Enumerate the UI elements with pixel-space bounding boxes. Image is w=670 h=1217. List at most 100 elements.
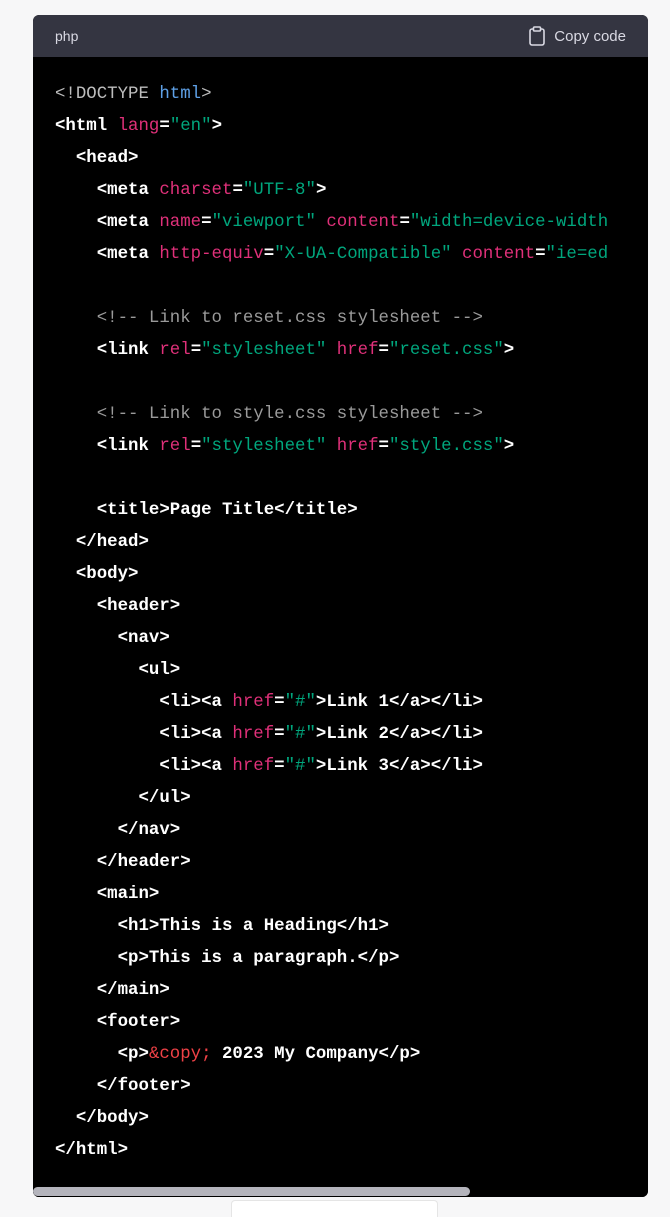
- code-token-tag: </ul>: [55, 789, 191, 808]
- code-token-comment: <!-- Link to reset.css stylesheet -->: [55, 309, 483, 328]
- code-line: <p>This is a paragraph.</p>: [55, 943, 648, 975]
- code-token-tag: >Link 1</a></li>: [315, 693, 483, 712]
- code-token-str: "#": [284, 693, 316, 712]
- code-token-str: "en": [169, 117, 212, 136]
- code-token-doctype: >: [201, 85, 212, 104]
- code-token-attr: href: [232, 725, 275, 744]
- code-token-attr: http-equiv: [159, 245, 264, 264]
- code-token-tag: [452, 245, 462, 264]
- code-token-tag: [326, 341, 336, 360]
- code-token-tag: >: [211, 117, 222, 136]
- code-token-tag: </head>: [55, 533, 149, 552]
- code-token-tag: <meta: [55, 213, 160, 232]
- code-line: <li><a href="#">Link 3</a></li>: [55, 751, 648, 783]
- code-token-str: "X-UA-Compatible": [274, 245, 452, 264]
- code-line: <!-- Link to reset.css stylesheet -->: [55, 303, 648, 335]
- code-token-tag: =: [159, 117, 170, 136]
- code-line: </nav>: [55, 815, 648, 847]
- code-line: </html>: [55, 1135, 648, 1167]
- code-token-tag: <head>: [55, 149, 139, 168]
- code-token-tag: </header>: [55, 853, 191, 872]
- code-line: <meta http-equiv="X-UA-Compatible" conte…: [55, 239, 648, 271]
- code-token-attr: lang: [117, 117, 160, 136]
- code-line: <body>: [55, 559, 648, 591]
- code-token-tag: <body>: [55, 565, 139, 584]
- code-token-tag: =: [232, 181, 243, 200]
- code-line: <h1>This is a Heading</h1>: [55, 911, 648, 943]
- code-token-tag: =: [201, 213, 212, 232]
- code-token-tag: =: [190, 437, 202, 456]
- code-token-str: "ie=ed: [545, 245, 609, 264]
- code-token-tag: <li><a: [55, 757, 233, 776]
- regenerate-response-button[interactable]: [231, 1200, 438, 1217]
- code-text: <!DOCTYPE html> <html lang="en"> <head> <…: [55, 79, 648, 1167]
- copy-code-button[interactable]: Copy code: [529, 15, 626, 57]
- language-label: php: [55, 28, 79, 44]
- code-line: <footer>: [55, 1007, 648, 1039]
- code-token-tag: </nav>: [55, 821, 181, 840]
- code-token-tag: <nav>: [55, 629, 170, 648]
- code-token-attr: name: [159, 213, 202, 232]
- code-token-tag: 2023 My Company</p>: [211, 1045, 421, 1064]
- code-token-tag: <html: [55, 117, 118, 136]
- code-token-entity: &copy;: [148, 1045, 212, 1064]
- code-token-attr: rel: [159, 437, 191, 456]
- code-token-tag: =: [190, 341, 202, 360]
- code-token-tag: <li><a: [55, 693, 233, 712]
- code-token-str: "style.css": [388, 437, 504, 456]
- code-token-str: "viewport": [211, 213, 316, 232]
- code-token-attr: href: [336, 437, 379, 456]
- scrollbar-thumb[interactable]: [33, 1187, 470, 1196]
- code-token-str: "reset.css": [388, 341, 504, 360]
- code-line: <html lang="en">: [55, 111, 648, 143]
- code-token-tag: =: [274, 693, 285, 712]
- code-token-doctype-kw: html: [159, 85, 202, 104]
- code-token-str: "stylesheet": [201, 341, 327, 360]
- code-token-str: "stylesheet": [201, 437, 327, 456]
- code-token-tag: >: [315, 181, 327, 200]
- code-block: php Copy code <!DOCTYPE html> <html lang=…: [33, 15, 648, 1197]
- code-token-str: "UTF-8": [242, 181, 316, 200]
- code-token-attr: rel: [159, 341, 191, 360]
- code-token-tag: <header>: [55, 597, 181, 616]
- code-line: <link rel="stylesheet" href="style.css">: [55, 431, 648, 463]
- code-token-tag: <meta: [55, 245, 160, 264]
- code-line: </head>: [55, 527, 648, 559]
- code-token-tag: =: [378, 437, 389, 456]
- code-token-tag: >Link 3</a></li>: [315, 757, 483, 776]
- code-line: </main>: [55, 975, 648, 1007]
- code-token-tag: <p>This is a paragraph.</p>: [55, 949, 400, 968]
- code-line: <ul>: [55, 655, 648, 687]
- code-block-header: php Copy code: [33, 15, 648, 57]
- code-line: <p>&copy; 2023 My Company</p>: [55, 1039, 648, 1071]
- code-line: <!DOCTYPE html>: [55, 79, 648, 111]
- code-token-tag: =: [378, 341, 389, 360]
- code-token-tag: <link: [55, 437, 160, 456]
- code-token-tag: [326, 437, 336, 456]
- code-line: <main>: [55, 879, 648, 911]
- code-token-tag: </html>: [55, 1141, 129, 1160]
- code-line: <meta charset="UTF-8">: [55, 175, 648, 207]
- code-token-attr: charset: [159, 181, 233, 200]
- code-token-tag: <meta: [55, 181, 160, 200]
- code-token-tag: [316, 213, 326, 232]
- code-line: <head>: [55, 143, 648, 175]
- code-token-tag: =: [263, 245, 275, 264]
- code-token-tag: <h1>This is a Heading</h1>: [55, 917, 389, 936]
- copy-code-label: Copy code: [554, 27, 626, 45]
- code-token-tag: </main>: [55, 981, 170, 1000]
- code-token-str: "width=device-width: [409, 213, 609, 232]
- code-line: </ul>: [55, 783, 648, 815]
- code-line: </header>: [55, 847, 648, 879]
- horizontal-scrollbar[interactable]: [33, 1187, 648, 1197]
- clipboard-icon: [529, 26, 546, 46]
- code-token-tag: <li><a: [55, 725, 233, 744]
- code-content: <!DOCTYPE html> <html lang="en"> <head> <…: [55, 79, 648, 1169]
- code-token-tag: =: [399, 213, 410, 232]
- code-line: <meta name="viewport" content="width=dev…: [55, 207, 648, 239]
- code-line: <header>: [55, 591, 648, 623]
- code-token-tag: <ul>: [55, 661, 181, 680]
- code-token-tag: >: [503, 437, 515, 456]
